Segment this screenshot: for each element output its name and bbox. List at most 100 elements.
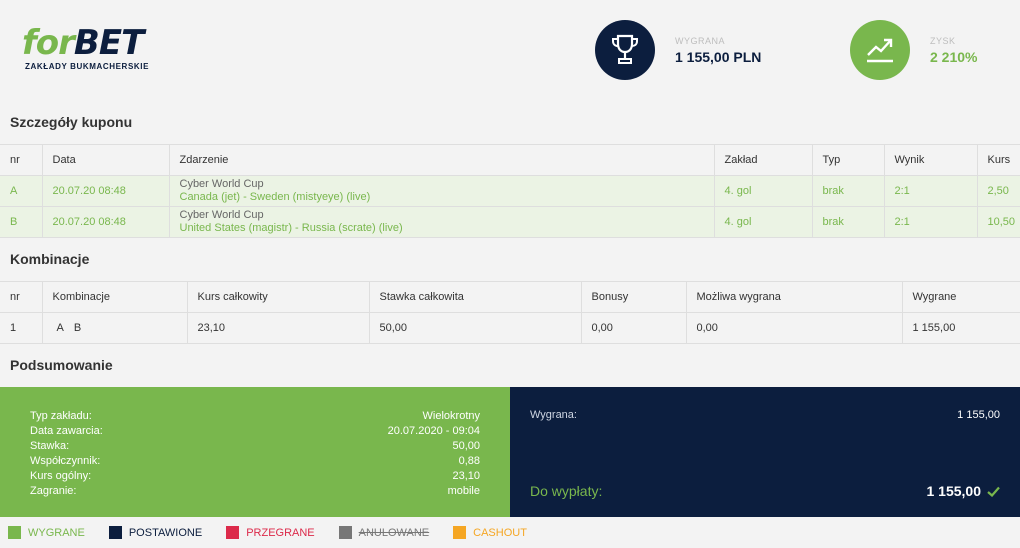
logo-bet: BET [73, 23, 144, 63]
legend-lost: PRZEGRANE [226, 526, 315, 539]
combo-letter: A [56, 322, 64, 334]
profit-value: 2 210% [930, 48, 978, 65]
table-row: A 20.07.20 08:48 Cyber World Cup Canada … [0, 175, 1020, 207]
bet-event-cell: Cyber World Cup United States (magistr) … [169, 206, 715, 238]
legend-label: CASHOUT [473, 526, 527, 539]
summary-label: Stawka: [30, 440, 70, 452]
col-nr: nr [0, 144, 43, 176]
swatch-icon [453, 526, 467, 539]
coupon-table: nr Data Zdarzenie Zakład Typ Wynik Kurs … [0, 144, 1020, 238]
bet-date: 20.07.20 08:48 [42, 175, 170, 207]
bet-date: 20.07.20 08:48 [42, 206, 170, 238]
profit-stat: ZYSK 2 210% [850, 20, 977, 80]
payout-win-value: 1 155,00 [957, 409, 1000, 421]
legend-label: PRZEGRANE [246, 526, 315, 539]
col-combination: Kombinacje [42, 281, 188, 313]
bet-odds: 2,50 [977, 175, 1020, 207]
col-type: Typ [812, 144, 885, 176]
summary-row: Stawka: 50,00 [30, 439, 480, 454]
summary-label: Data zawarcia: [30, 425, 103, 437]
payout-label: Do wypłaty: [530, 483, 603, 499]
summary-value: 20.07.2020 - 09:04 [387, 425, 480, 437]
col-event: Zdarzenie [169, 144, 715, 176]
combinations-title: Kombinacje [10, 251, 90, 267]
table-row: 1 AB 23,10 50,00 0,00 0,00 1 155,00 [0, 312, 1020, 344]
bet-event-cell: Cyber World Cup Canada (jet) - Sweden (m… [169, 175, 715, 207]
summary-label: Kurs ogólny: [30, 470, 92, 482]
bet-result: 2:1 [884, 206, 978, 238]
payout-row: Do wypłaty: 1 155,00 [530, 483, 1000, 499]
legend-placed: POSTAWIONE [108, 526, 203, 539]
combo-letter: B [73, 322, 82, 334]
summary-value: 50,00 [452, 440, 480, 452]
legend-cancelled: ANULOWANE [338, 526, 429, 539]
bet-event: Canada (jet) - Sweden (mistyeye) (live) [179, 191, 371, 203]
trend-up-icon [850, 20, 910, 80]
col-odds: Kurs [977, 144, 1020, 176]
summary-value: 0,88 [458, 455, 480, 467]
summary-row: Współczynnik: 0,88 [30, 454, 480, 469]
payout-win-row: Wygrana: 1 155,00 [530, 409, 1000, 421]
coupon-details-title: Szczegóły kuponu [10, 114, 133, 130]
summary-row: Data zawarcia: 20.07.2020 - 09:04 [30, 424, 480, 439]
forbet-logo: forBET ZAKŁADY BUKMACHERSKIE [22, 26, 149, 71]
summary-title: Podsumowanie [10, 357, 113, 373]
logo-subtitle: ZAKŁADY BUKMACHERSKIE [25, 62, 150, 71]
summary-details: Typ zakładu: Wielokrotny Data zawarcia: 20… [0, 387, 510, 517]
combinations-header-row: nr Kombinacje Kurs całkowity Stawka całk… [0, 281, 1020, 313]
col-bet: Zakład [714, 144, 813, 176]
swatch-icon [338, 526, 352, 539]
status-legend: WYGRANE POSTAWIONE PRZEGRANE ANULOWANE C… [8, 526, 551, 539]
combo-total-stake: 50,00 [369, 312, 582, 344]
bet-market: 4. gol [714, 175, 813, 207]
legend-label: WYGRANE [28, 526, 85, 539]
summary-value: 23,10 [452, 470, 480, 482]
win-value: 1 155,00 PLN [675, 48, 762, 65]
summary-label: Zagranie: [30, 485, 77, 497]
swatch-icon [108, 526, 122, 539]
checkmark-icon [987, 486, 1000, 497]
bet-nr: A [0, 175, 43, 207]
swatch-icon [8, 526, 21, 539]
bet-category: Cyber World Cup [179, 209, 264, 221]
payout-panel: Wygrana: 1 155,00 Do wypłaty: 1 155,00 [510, 387, 1020, 517]
bet-odds: 10,50 [977, 206, 1020, 238]
legend-won: WYGRANE [8, 526, 85, 539]
bet-type: brak [812, 206, 885, 238]
col-result: Wynik [884, 144, 978, 176]
profit-label: ZYSK [930, 35, 956, 46]
combo-nr: 1 [0, 312, 43, 344]
bet-nr: B [0, 206, 43, 238]
summary-label: Typ zakładu: [30, 410, 92, 422]
col-total-stake: Stawka całkowita [369, 281, 582, 313]
bet-category: Cyber World Cup [179, 178, 264, 190]
summary-row: Kurs ogólny: 23,10 [30, 469, 480, 484]
table-row: B 20.07.20 08:48 Cyber World Cup United … [0, 206, 1020, 238]
col-won: Wygrane [902, 281, 1020, 313]
summary-value: mobile [447, 485, 480, 497]
summary-row: Zagranie: mobile [30, 484, 480, 499]
win-label: WYGRANA [675, 35, 726, 46]
coupon-header-row: nr Data Zdarzenie Zakład Typ Wynik Kurs [0, 144, 1020, 176]
col-nr: nr [0, 281, 43, 313]
summary-label: Współczynnik: [30, 455, 101, 467]
col-possible-win: Możliwa wygrana [686, 281, 903, 313]
combinations-table: nr Kombinacje Kurs całkowity Stawka całk… [0, 281, 1020, 344]
bet-market: 4. gol [714, 206, 813, 238]
summary-value: Wielokrotny [422, 410, 480, 422]
combo-total-odds: 23,10 [187, 312, 370, 344]
combo-possible-win: 0,00 [686, 312, 903, 344]
col-date: Data [42, 144, 170, 176]
legend-label: POSTAWIONE [128, 526, 203, 539]
logo-for: for [22, 23, 75, 63]
legend-cashout: CASHOUT [453, 526, 527, 539]
coupon-page: forBET ZAKŁADY BUKMACHERSKIE WYGRANA 1 1… [0, 0, 1020, 548]
col-total-odds: Kurs całkowity [187, 281, 370, 313]
payout-win-label: Wygrana: [530, 409, 577, 421]
bet-type: brak [812, 175, 885, 207]
trophy-icon [595, 20, 655, 80]
bet-result: 2:1 [884, 175, 978, 207]
swatch-icon [226, 526, 240, 539]
payout-value: 1 155,00 [926, 483, 982, 499]
combo-letters: AB [42, 312, 188, 344]
